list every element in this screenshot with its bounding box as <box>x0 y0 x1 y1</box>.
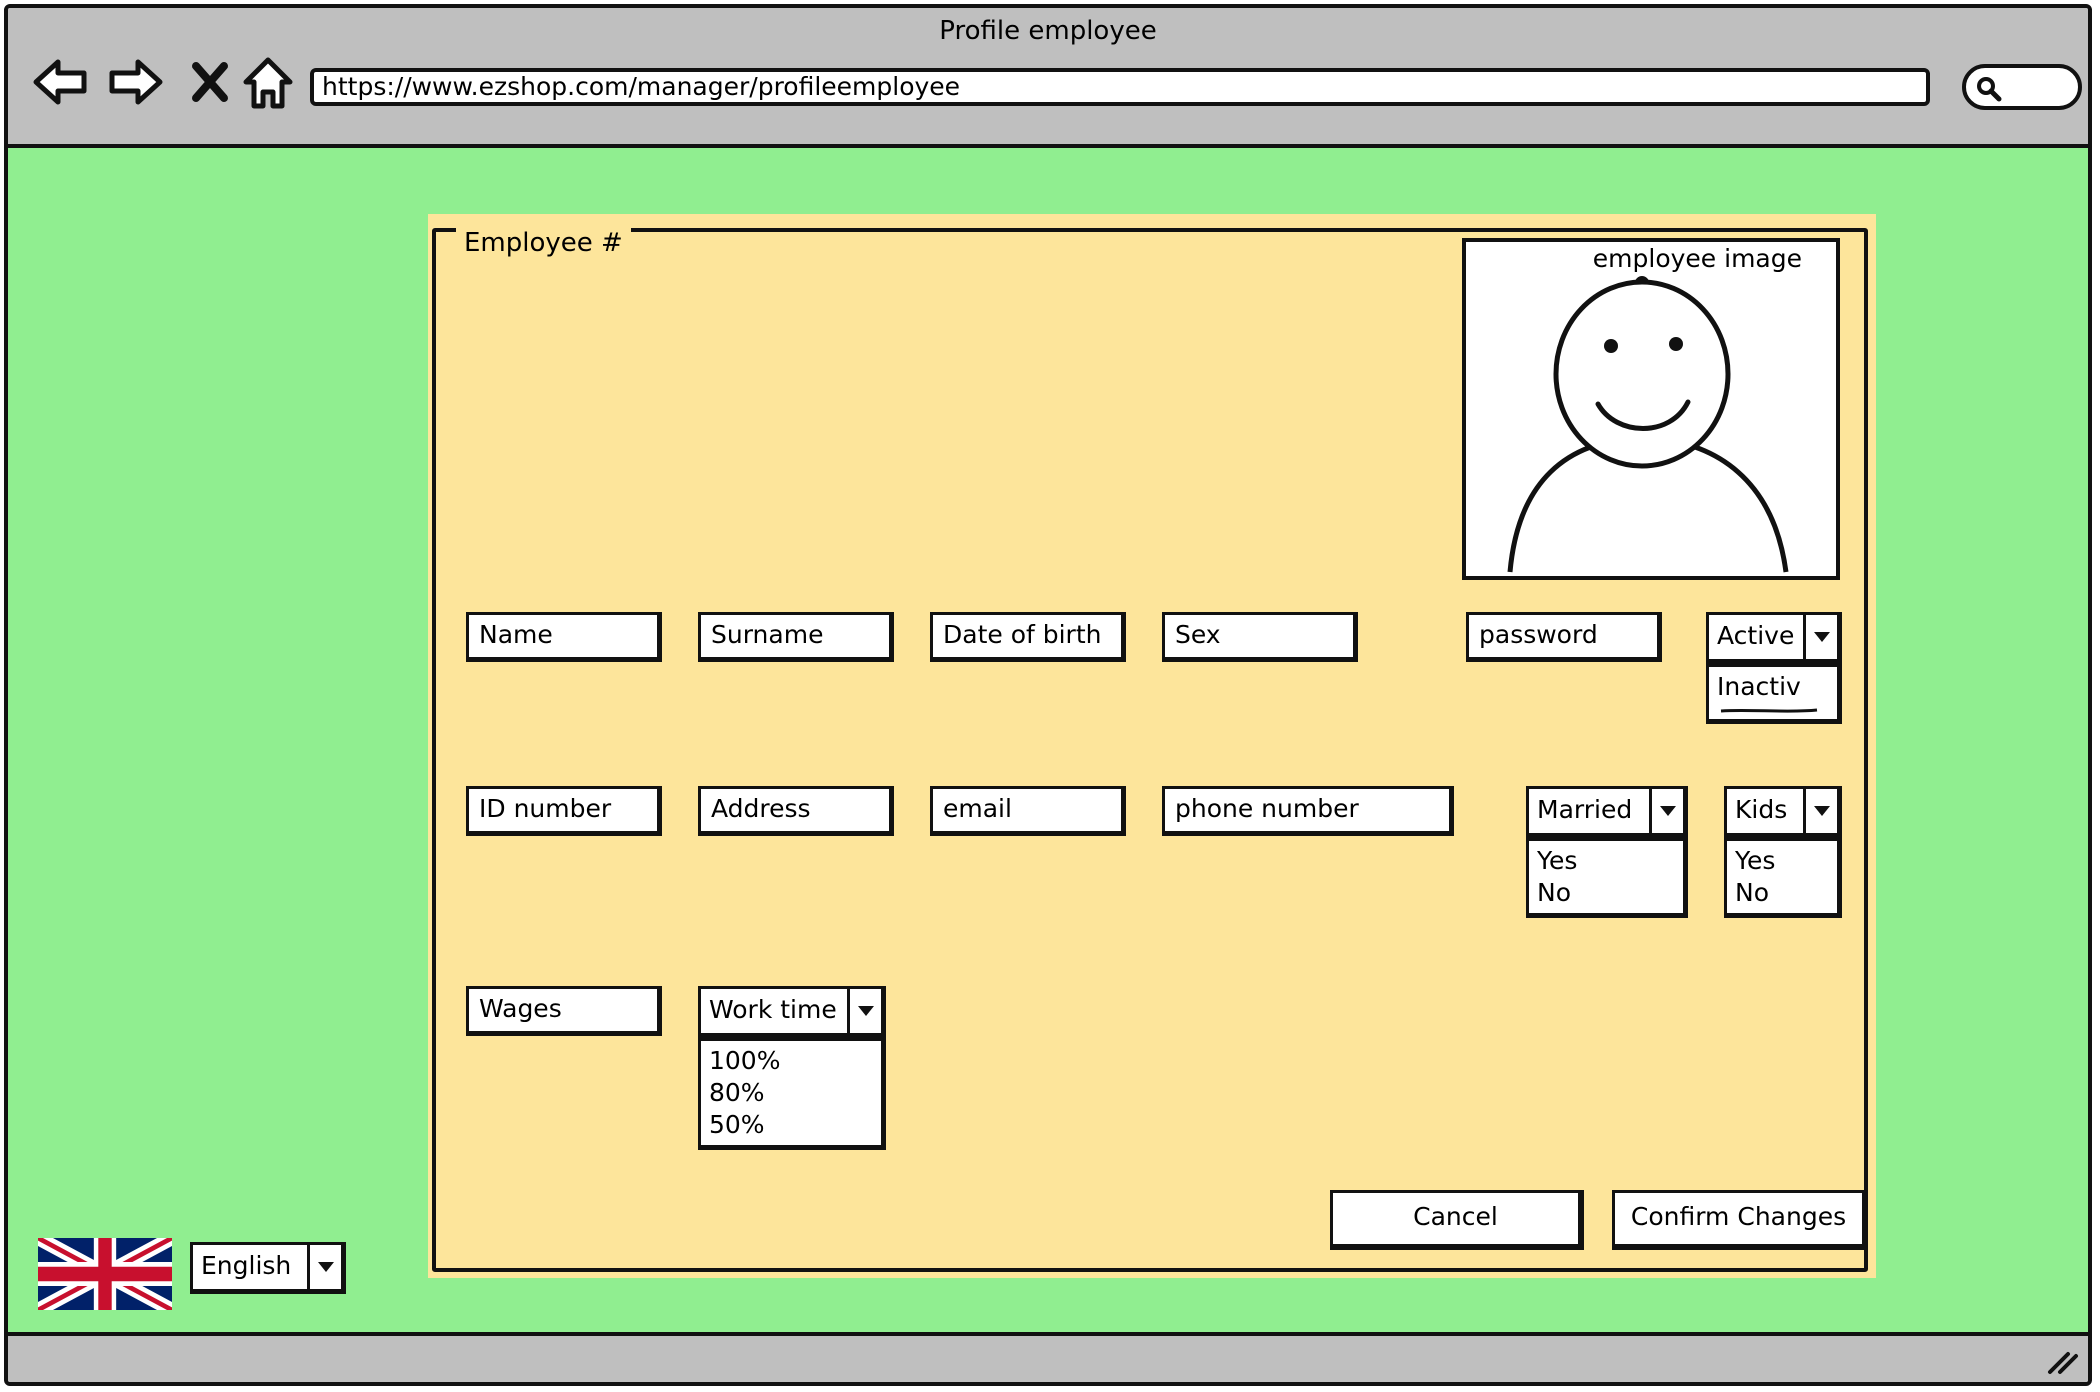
employee-panel: Employee # employee image Name Surname D… <box>428 214 1876 1278</box>
status-dropdown[interactable]: Active <box>1706 612 1842 664</box>
search-icon <box>1977 77 2002 102</box>
work-time-option-100[interactable]: 100% <box>709 1045 873 1077</box>
married-option-yes[interactable]: Yes <box>1537 845 1675 877</box>
address-field[interactable]: Address <box>698 786 894 836</box>
married-option-no[interactable]: No <box>1537 877 1675 909</box>
kids-options[interactable]: Yes No <box>1724 838 1842 918</box>
window-title: Profile employee <box>939 16 1157 46</box>
status-option-inactiv[interactable]: Inactiv <box>1717 671 1829 703</box>
search-box[interactable] <box>1962 64 2082 110</box>
married-dropdown[interactable]: Married <box>1526 786 1688 838</box>
name-field[interactable]: Name <box>466 612 662 662</box>
work-time-option-80[interactable]: 80% <box>709 1077 873 1109</box>
date-of-birth-field[interactable]: Date of birth <box>930 612 1126 662</box>
home-icon[interactable] <box>238 52 298 112</box>
kids-option-no[interactable]: No <box>1735 877 1829 909</box>
confirm-changes-button[interactable]: Confirm Changes <box>1612 1190 1868 1250</box>
status-selected: Active <box>1717 621 1795 650</box>
chevron-down-icon[interactable] <box>1649 789 1683 833</box>
language-dropdown[interactable]: English <box>190 1242 346 1294</box>
chevron-down-icon[interactable] <box>307 1245 341 1289</box>
surname-field[interactable]: Surname <box>698 612 894 662</box>
person-placeholder-icon <box>1507 276 1789 573</box>
kids-selected: Kids <box>1735 795 1788 824</box>
work-time-dropdown[interactable]: Work time <box>698 986 886 1038</box>
status-options[interactable]: Inactiv <box>1706 664 1842 724</box>
kids-dropdown[interactable]: Kids <box>1724 786 1842 838</box>
sex-field[interactable]: Sex <box>1162 612 1358 662</box>
panel-legend: Employee # <box>456 228 631 258</box>
chevron-down-icon[interactable] <box>1803 615 1837 659</box>
resize-grip-icon[interactable] <box>2046 1346 2080 1376</box>
uk-flag-icon <box>38 1238 172 1310</box>
married-selected: Married <box>1537 795 1633 824</box>
forward-arrow-icon[interactable] <box>106 52 166 112</box>
phone-number-field[interactable]: phone number <box>1162 786 1454 836</box>
employee-image: employee image <box>1462 238 1840 580</box>
browser-toolbar: Profile employee https://www.ezshop.com/… <box>8 8 2088 148</box>
chevron-down-icon[interactable] <box>1803 789 1837 833</box>
wages-field[interactable]: Wages <box>466 986 662 1036</box>
work-time-options[interactable]: 100% 80% 50% <box>698 1038 886 1150</box>
email-field[interactable]: email <box>930 786 1126 836</box>
kids-option-yes[interactable]: Yes <box>1735 845 1829 877</box>
language-selected: English <box>201 1251 292 1280</box>
status-bar <box>8 1332 2088 1382</box>
page-content: Employee # employee image Name Surname D… <box>8 148 2088 1340</box>
password-field[interactable]: password <box>1466 612 1662 662</box>
back-arrow-icon[interactable] <box>30 52 90 112</box>
work-time-selected: Work time <box>709 995 837 1024</box>
cancel-button[interactable]: Cancel <box>1330 1190 1584 1250</box>
close-icon[interactable] <box>180 52 240 112</box>
underline-mark <box>1720 708 1818 713</box>
browser-window: Profile employee https://www.ezshop.com/… <box>4 4 2092 1386</box>
url-bar[interactable]: https://www.ezshop.com/manager/profileem… <box>310 68 1930 106</box>
married-options[interactable]: Yes No <box>1526 838 1688 918</box>
chevron-down-icon[interactable] <box>847 989 881 1033</box>
work-time-option-50[interactable]: 50% <box>709 1109 873 1141</box>
id-number-field[interactable]: ID number <box>466 786 662 836</box>
